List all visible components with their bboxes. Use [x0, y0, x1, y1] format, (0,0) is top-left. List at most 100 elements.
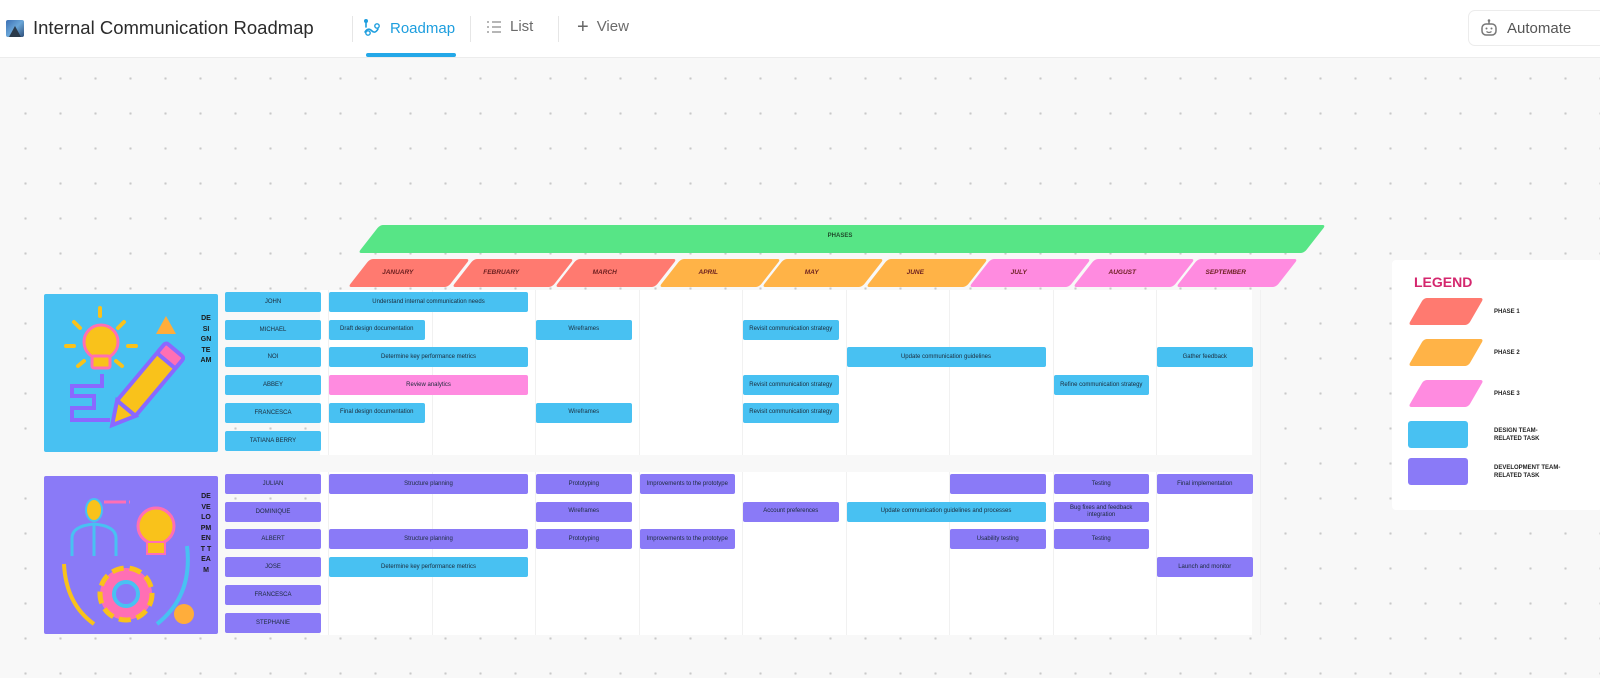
legend-swatch: [1408, 421, 1468, 448]
task-bar[interactable]: Refine communication strategy: [1053, 375, 1149, 396]
task-bar[interactable]: Revisit communication strategy: [743, 402, 839, 423]
task-bar[interactable]: Structure planning: [329, 529, 528, 550]
task-bar[interactable]: Testing: [1053, 474, 1149, 494]
task-bar[interactable]: Bug fixes and feedback integration: [1053, 501, 1149, 522]
team-member-abbey[interactable]: Abbey: [225, 375, 321, 396]
tab-list[interactable]: List: [486, 18, 533, 35]
team-separator: [0, 455, 1260, 472]
page-title: Internal Communication Roadmap: [33, 17, 314, 38]
team-member-john[interactable]: John: [225, 292, 321, 312]
month-header-march: MARCH: [555, 259, 677, 287]
divider: [558, 16, 559, 42]
month-header-september: SEPTEMBER: [1176, 259, 1298, 287]
divider: [352, 16, 353, 42]
month-header-may: MAY: [762, 259, 884, 287]
month-header-august: AUGUST: [1072, 259, 1194, 287]
task-bar[interactable]: Determine key performance metrics: [329, 557, 528, 578]
task-bar[interactable]: Understand internal communication needs: [329, 292, 528, 312]
month-label: MAY: [804, 269, 819, 276]
team-member-stephanie[interactable]: Stephanie: [225, 612, 321, 633]
task-bar[interactable]: Wireframes: [536, 501, 632, 522]
phases-label: PHASES: [827, 233, 853, 239]
task-bar[interactable]: Structure planning: [329, 474, 528, 494]
team-member-tatiana-berry[interactable]: Tatiana Berry: [225, 430, 321, 451]
legend-swatch: [1408, 298, 1484, 325]
task-bar[interactable]: Prototyping: [536, 529, 632, 550]
legend-label: PHASE 2: [1494, 350, 1520, 356]
task-bar[interactable]: Account preferences: [743, 501, 839, 522]
development-team-vertical-label: DEVELOPMENT TEAM: [200, 493, 212, 574]
task-bar[interactable]: Gather feedback: [1157, 347, 1253, 368]
month-label: MARCH: [592, 269, 617, 276]
active-tab-indicator: [366, 53, 456, 57]
task-bar[interactable]: Launch and monitor: [1157, 557, 1253, 578]
task-bar[interactable]: Final implementation: [1157, 474, 1253, 494]
team-member-francesca[interactable]: Francesca: [225, 402, 321, 423]
task-bar[interactable]: Improvements to the prototype: [639, 529, 735, 550]
month-label: JANUARY: [382, 269, 414, 276]
team-member-julian[interactable]: Julian: [225, 474, 321, 494]
design-illustration-icon: [64, 306, 186, 429]
legend-label: DESIGN TEAM-RELATED TASK: [1494, 428, 1540, 442]
tab-roadmap-label: Roadmap: [390, 19, 456, 37]
tab-roadmap[interactable]: Roadmap: [362, 18, 455, 38]
tab-list-label: List: [510, 18, 534, 35]
task-bar[interactable]: Draft design documentation: [329, 319, 425, 340]
phases-header: [358, 225, 1326, 253]
month-label: JULY: [1010, 269, 1027, 276]
legend-swatch: [1408, 380, 1484, 407]
month-label: AUGUST: [1108, 269, 1136, 276]
task-bar[interactable]: Revisit communication strategy: [743, 375, 839, 396]
month-header-april: APRIL: [658, 259, 780, 287]
task-bar[interactable]: Review analytics: [329, 375, 528, 396]
development-team-illustration: DEVELOPMENT TEAM: [44, 476, 218, 634]
task-bar[interactable]: Determine key performance metrics: [329, 347, 528, 368]
legend-label: PHASE 3: [1494, 391, 1520, 397]
month-header-february: FEBRUARY: [451, 259, 573, 287]
development-illustration-icon: [62, 498, 194, 626]
legend-label: DEVELOPMENT TEAM-RELATED TASK: [1494, 465, 1561, 479]
task-bar[interactable]: [950, 474, 1046, 494]
month-label: SEPTEMBER: [1205, 269, 1246, 276]
roadmap-app-icon: [6, 20, 24, 37]
task-bar[interactable]: Prototyping: [536, 474, 632, 494]
add-view-label: View: [596, 18, 629, 35]
legend-panel: LEGEND PHASE 1 PHASE 2 PHASE 3 DESIGN TEAM-…: [1392, 260, 1600, 510]
task-bar[interactable]: Final design documentation: [329, 402, 425, 423]
robot-icon: [1481, 19, 1497, 36]
task-bar[interactable]: Wireframes: [536, 319, 632, 340]
automate-label: Automate: [1507, 19, 1572, 37]
add-view-button[interactable]: + View: [577, 15, 629, 38]
month-header-june: JUNE: [865, 259, 987, 287]
task-bar[interactable]: Update communication guidelines and proc…: [846, 501, 1046, 522]
team-member-michael[interactable]: Michael: [225, 319, 321, 340]
legend-swatch: [1408, 458, 1468, 485]
task-bar[interactable]: Usability testing: [950, 529, 1046, 550]
design-team-illustration: DESIGN TEAM: [44, 294, 218, 452]
team-member-jose[interactable]: Jose: [225, 557, 321, 578]
legend-title: LEGEND: [1414, 274, 1473, 290]
month-label: APRIL: [698, 269, 719, 276]
roadmap-icon: [364, 19, 380, 36]
team-member-noi[interactable]: Noi: [225, 347, 321, 368]
divider: [470, 16, 471, 42]
task-bar[interactable]: Testing: [1053, 529, 1149, 550]
task-bar[interactable]: Revisit communication strategy: [743, 319, 839, 340]
legend-label: PHASE 1: [1494, 309, 1520, 315]
task-bar[interactable]: Update communication guidelines: [846, 347, 1046, 368]
design-team-vertical-label: DESIGN TEAM: [200, 315, 212, 364]
month-label: FEBRUARY: [483, 269, 520, 276]
top-bar: Internal Communication Roadmap Roadmap L…: [0, 0, 1600, 58]
team-member-albert[interactable]: Albert: [225, 529, 321, 550]
automate-button[interactable]: Automate: [1468, 10, 1600, 46]
month-header-july: JULY: [969, 259, 1091, 287]
task-bar[interactable]: Wireframes: [536, 402, 632, 423]
team-member-francesca[interactable]: Francesca: [225, 584, 321, 605]
legend-swatch: [1408, 339, 1484, 366]
task-bar[interactable]: Improvements to the prototype: [639, 474, 735, 494]
month-label: JUNE: [906, 269, 924, 276]
month-header-january: JANUARY: [348, 259, 470, 287]
team-member-dominique[interactable]: Dominique: [225, 501, 321, 522]
plus-icon: +: [577, 15, 589, 38]
list-icon: [487, 20, 501, 33]
